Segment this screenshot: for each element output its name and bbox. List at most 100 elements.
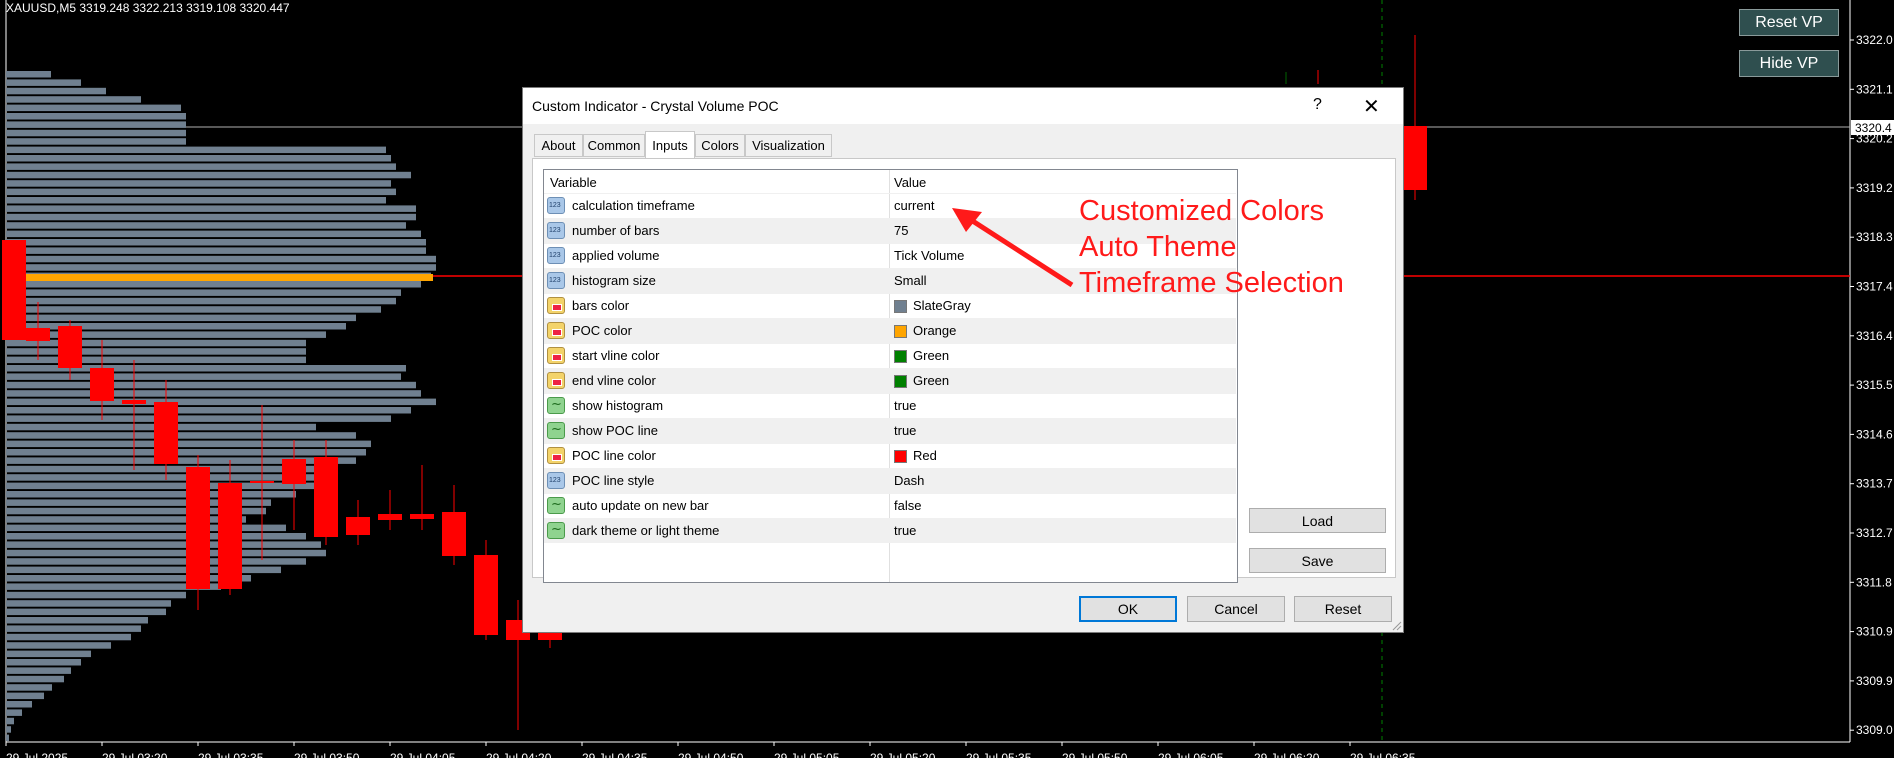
histogram-bar [6,113,186,120]
histogram-bar [6,163,396,170]
param-value[interactable]: SlateGray [913,298,971,313]
color-swatch[interactable] [894,350,907,363]
price-label: 3309.9 [1856,674,1893,688]
input-row[interactable]: POC line style Dash [544,468,1236,493]
price-label: 3318.3 [1856,230,1893,244]
histogram-bar [6,449,366,456]
color-swatch[interactable] [894,450,907,463]
input-row[interactable]: auto update on new bar false [544,493,1236,518]
time-label: 29 Jul 04:05 [390,751,456,758]
dialog-title: Custom Indicator - Crystal Volume POC [532,98,779,114]
param-name: number of bars [572,223,660,238]
time-label: 29 Jul 05:20 [870,751,936,758]
histogram-bar [6,541,321,548]
histogram-bar [6,188,396,196]
help-button[interactable]: ? [1313,96,1322,114]
param-value[interactable]: Dash [894,473,924,488]
close-icon[interactable]: ✕ [1363,94,1380,119]
param-value[interactable]: true [894,423,916,438]
param-name: calculation timeframe [572,198,695,213]
input-row[interactable]: start vline color Green [544,343,1236,368]
param-value[interactable]: false [894,498,921,513]
param-value[interactable]: true [894,523,916,538]
price-label: 3310.9 [1856,625,1893,639]
poc-bar [6,274,433,281]
time-label: 29 Jul 06:05 [1158,751,1224,758]
column-variable[interactable]: Variable [550,175,597,190]
input-row[interactable]: POC line color Red [544,443,1236,468]
time-label: 29 Jul 2025 [6,751,68,758]
color-swatch[interactable] [894,325,907,338]
histogram-bar [6,482,316,490]
time-label: 29 Jul 06:35 [1350,751,1416,758]
input-row[interactable]: end vline color Green [544,368,1236,393]
color-swatch[interactable] [894,300,907,313]
param-name: histogram size [572,273,656,288]
histogram-bar [6,230,421,238]
param-value[interactable]: 75 [894,223,908,238]
tab-about[interactable]: About [534,134,583,157]
histogram-bar [6,348,306,355]
grid-header: Variable Value [544,170,1237,193]
param-name: POC line color [572,448,656,463]
histogram-bar [6,71,51,78]
param-value[interactable]: Green [913,373,949,388]
param-value[interactable]: Tick Volume [894,248,964,263]
input-row[interactable]: show POC line true [544,418,1236,443]
load-button[interactable]: Load [1249,508,1386,533]
param-value[interactable]: Small [894,273,927,288]
input-row[interactable]: POC color Orange [544,318,1236,343]
histogram-bar [6,642,111,649]
bear-candle [90,368,114,401]
ok-button[interactable]: OK [1079,596,1177,622]
column-value[interactable]: Value [894,175,926,190]
histogram-bar [6,339,306,347]
param-value[interactable]: Orange [913,323,956,338]
dialog-title-bar: Custom Indicator - Crystal Volume POC ? … [523,88,1403,124]
bear-candle [26,328,50,341]
price-label: 3317.4 [1856,280,1893,294]
input-row[interactable]: show histogram true [544,393,1236,418]
tab-colors[interactable]: Colors [695,134,745,157]
histogram-bar [6,121,186,128]
resize-grip-icon[interactable] [1392,621,1402,631]
param-value[interactable]: Red [913,448,937,463]
histogram-bar [6,667,71,674]
color-swatch[interactable] [894,375,907,388]
histogram-bar [6,331,326,338]
param-name: start vline color [572,348,660,363]
hide-vp-button[interactable]: Hide VP [1739,50,1839,77]
reset-vp-button[interactable]: Reset VP [1739,9,1839,36]
histogram-bar [6,213,416,221]
param-name: show POC line [572,423,658,438]
histogram-bar [6,709,22,716]
param-value[interactable]: current [894,198,934,213]
param-value[interactable]: Green [913,348,949,363]
price-label: 3315.5 [1856,378,1893,392]
param-name: show histogram [572,398,664,413]
histogram-bar [6,264,436,271]
tab-common[interactable]: Common [583,134,645,157]
bear-candle [474,555,498,635]
time-label: 29 Jul 05:05 [774,751,840,758]
input-row[interactable]: dark theme or light theme true [544,518,1236,543]
histogram-bar [6,289,401,296]
number-param-icon [547,247,565,264]
cancel-button[interactable]: Cancel [1187,596,1285,622]
histogram-bar [6,533,306,540]
save-button[interactable]: Save [1249,548,1386,573]
histogram-bar [6,575,251,582]
histogram-bar [6,197,386,204]
number-param-icon [547,472,565,489]
reset-button[interactable]: Reset [1294,596,1392,622]
tab-visualization[interactable]: Visualization [745,134,832,157]
histogram-bar [6,171,411,179]
tab-inputs[interactable]: Inputs [645,131,695,158]
time-label: 29 Jul 04:20 [486,751,552,758]
param-value[interactable]: true [894,398,916,413]
price-label: 3312.7 [1856,526,1893,540]
histogram-bar [6,726,11,733]
price-label: 3313.7 [1856,477,1893,491]
time-label: 29 Jul 05:50 [1062,751,1128,758]
time-label: 29 Jul 05:35 [966,751,1032,758]
